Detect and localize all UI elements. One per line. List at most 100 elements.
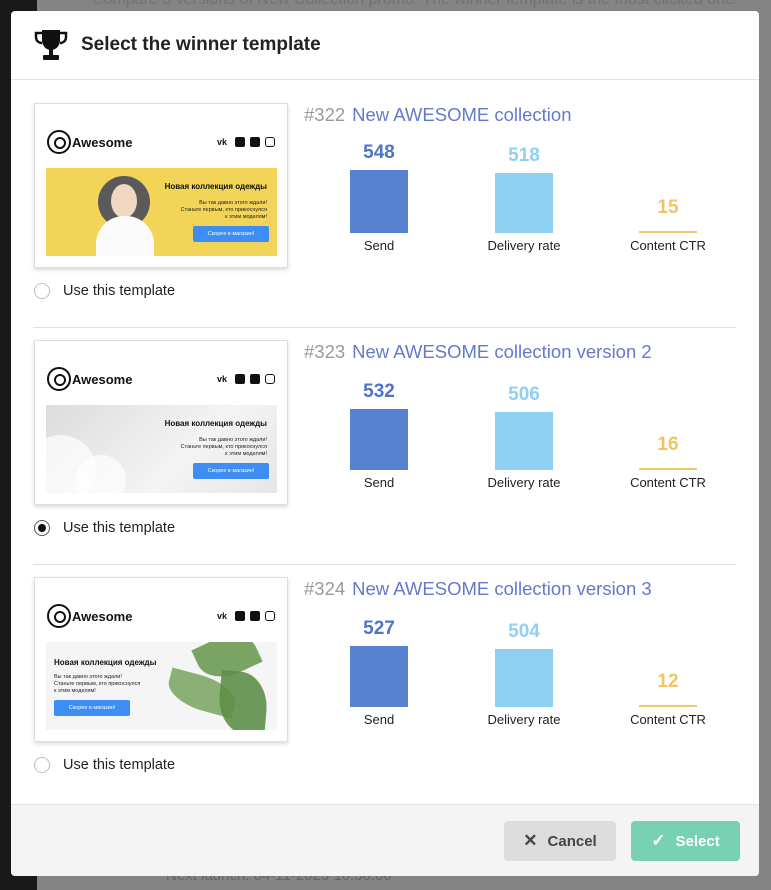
spiral-logo-icon [47,367,71,391]
template-preview[interactable]: Awesome vk Новая коллекция одежды Вы так… [34,577,288,742]
template-id: #324 [304,578,346,599]
stat-delivery-rate: 518 Delivery rate [464,131,584,261]
radio-button[interactable] [34,520,50,536]
stat-content-ctr: 16 Content CTR [608,368,728,498]
banner-shop-button: Скорее в магазин! [193,463,269,479]
stat-value: 15 [657,197,679,218]
stat-value: 518 [508,145,540,166]
spiral-logo-icon [47,604,71,628]
brand-logo: Awesome [47,367,132,391]
template-stats: 527 Send 504 Delivery rate 12 Content CT… [312,605,742,745]
dialog-header: Select the winner template [11,11,759,80]
stat-bar [639,468,697,470]
stat-send: 548 Send [319,131,439,261]
select-button[interactable]: ✓ Select [631,821,740,861]
spiral-logo-icon [47,130,71,154]
stat-label: Content CTR [630,475,706,490]
radio-label: Use this template [63,757,176,773]
banner-shop-button: Скорее в магазин! [54,700,130,716]
template-preview[interactable]: Awesome vk Новая коллекция одежды Вы так… [34,103,288,268]
template-id: #323 [304,341,346,362]
template-title: #324 New AWESOME collection version 3 [304,578,652,600]
template-option: Awesome vk Новая коллекция одежды Вы так… [33,565,736,802]
facebook-icon [250,137,260,147]
use-template-radio[interactable]: Use this template [34,283,175,299]
template-preview[interactable]: Awesome vk Новая коллекция одежды Вы так… [34,340,288,505]
template-name-link[interactable]: New AWESOME collection [352,104,571,125]
use-template-radio[interactable]: Use this template [34,520,175,536]
template-title: #323 New AWESOME collection version 2 [304,341,652,363]
radio-button[interactable] [34,757,50,773]
model-photo [96,176,156,256]
stat-bar [350,170,408,233]
stat-label: Content CTR [630,712,706,727]
stat-label: Send [363,475,395,490]
stat-content-ctr: 12 Content CTR [608,605,728,735]
stat-label: Content CTR [630,238,706,253]
stat-value: 532 [363,381,395,402]
promo-banner: Новая коллекция одежды Вы так давно этог… [46,405,277,493]
stat-send: 532 Send [319,368,439,498]
banner-headline: Новая коллекция одежды [54,658,157,667]
stat-bar [350,646,408,707]
cancel-button[interactable]: ✕ Cancel [504,821,616,861]
template-stats: 532 Send 506 Delivery rate 16 Content CT… [312,368,742,508]
plant-image [157,642,277,730]
instagram-icon [265,611,275,621]
check-icon: ✓ [651,831,666,850]
template-stats: 548 Send 518 Delivery rate 15 Content CT… [312,131,742,271]
stat-bar [350,409,408,470]
instagram-icon [265,137,275,147]
radio-label: Use this template [63,283,176,299]
brand-logo: Awesome [47,604,132,628]
radio-label: Use this template [63,520,176,536]
stat-bar [495,412,553,470]
template-name-link[interactable]: New AWESOME collection version 2 [352,341,652,362]
vk-icon: vk [217,374,228,384]
promo-banner: Новая коллекция одежды Вы так давно этог… [46,168,277,256]
banner-shop-button: Скорее в магазин! [193,226,269,242]
social-icons: vk [217,611,275,621]
ok-icon [235,611,245,621]
select-winner-dialog: Select the winner template Awesome vk Но… [11,11,759,876]
stat-bar [639,705,697,707]
stat-bar [639,231,697,233]
stat-value: 12 [657,671,679,692]
template-title: #322 New AWESOME collection [304,104,571,126]
stat-delivery-rate: 506 Delivery rate [464,368,584,498]
template-name-link[interactable]: New AWESOME collection version 3 [352,578,652,599]
stat-value: 16 [657,434,679,455]
stat-label: Delivery rate [487,712,561,727]
banner-headline: Новая коллекция одежды [164,182,267,191]
template-option: Awesome vk Новая коллекция одежды Вы так… [33,328,736,565]
vk-icon: vk [217,137,228,147]
use-template-radio[interactable]: Use this template [34,757,175,773]
ok-icon [235,137,245,147]
facebook-icon [250,374,260,384]
stat-send: 527 Send [319,605,439,735]
template-option: Awesome vk Новая коллекция одежды Вы так… [33,91,736,328]
promo-banner: Новая коллекция одежды Вы так давно этог… [46,642,277,730]
banner-text: Вы так давно этого ждали! Станьте первым… [180,200,267,220]
social-icons: vk [217,374,275,384]
stat-value: 527 [363,618,395,639]
template-id: #322 [304,104,346,125]
social-icons: vk [217,137,275,147]
brand-logo: Awesome [47,130,132,154]
stat-content-ctr: 15 Content CTR [608,131,728,261]
radio-button[interactable] [34,283,50,299]
select-button-label: Select [675,832,720,850]
stat-label: Send [363,238,395,253]
stat-value: 504 [508,621,540,642]
template-list: Awesome vk Новая коллекция одежды Вы так… [33,91,736,802]
stat-label: Delivery rate [487,475,561,490]
stat-bar [495,649,553,707]
trophy-icon [34,30,68,60]
dialog-footer: ✕ Cancel ✓ Select [11,804,759,876]
banner-text: Вы так давно этого ждали! Станьте первым… [54,674,141,694]
dialog-title: Select the winner template [81,34,321,55]
stat-delivery-rate: 504 Delivery rate [464,605,584,735]
stat-bar [495,173,553,233]
vk-icon: vk [217,611,228,621]
stat-label: Send [363,712,395,727]
